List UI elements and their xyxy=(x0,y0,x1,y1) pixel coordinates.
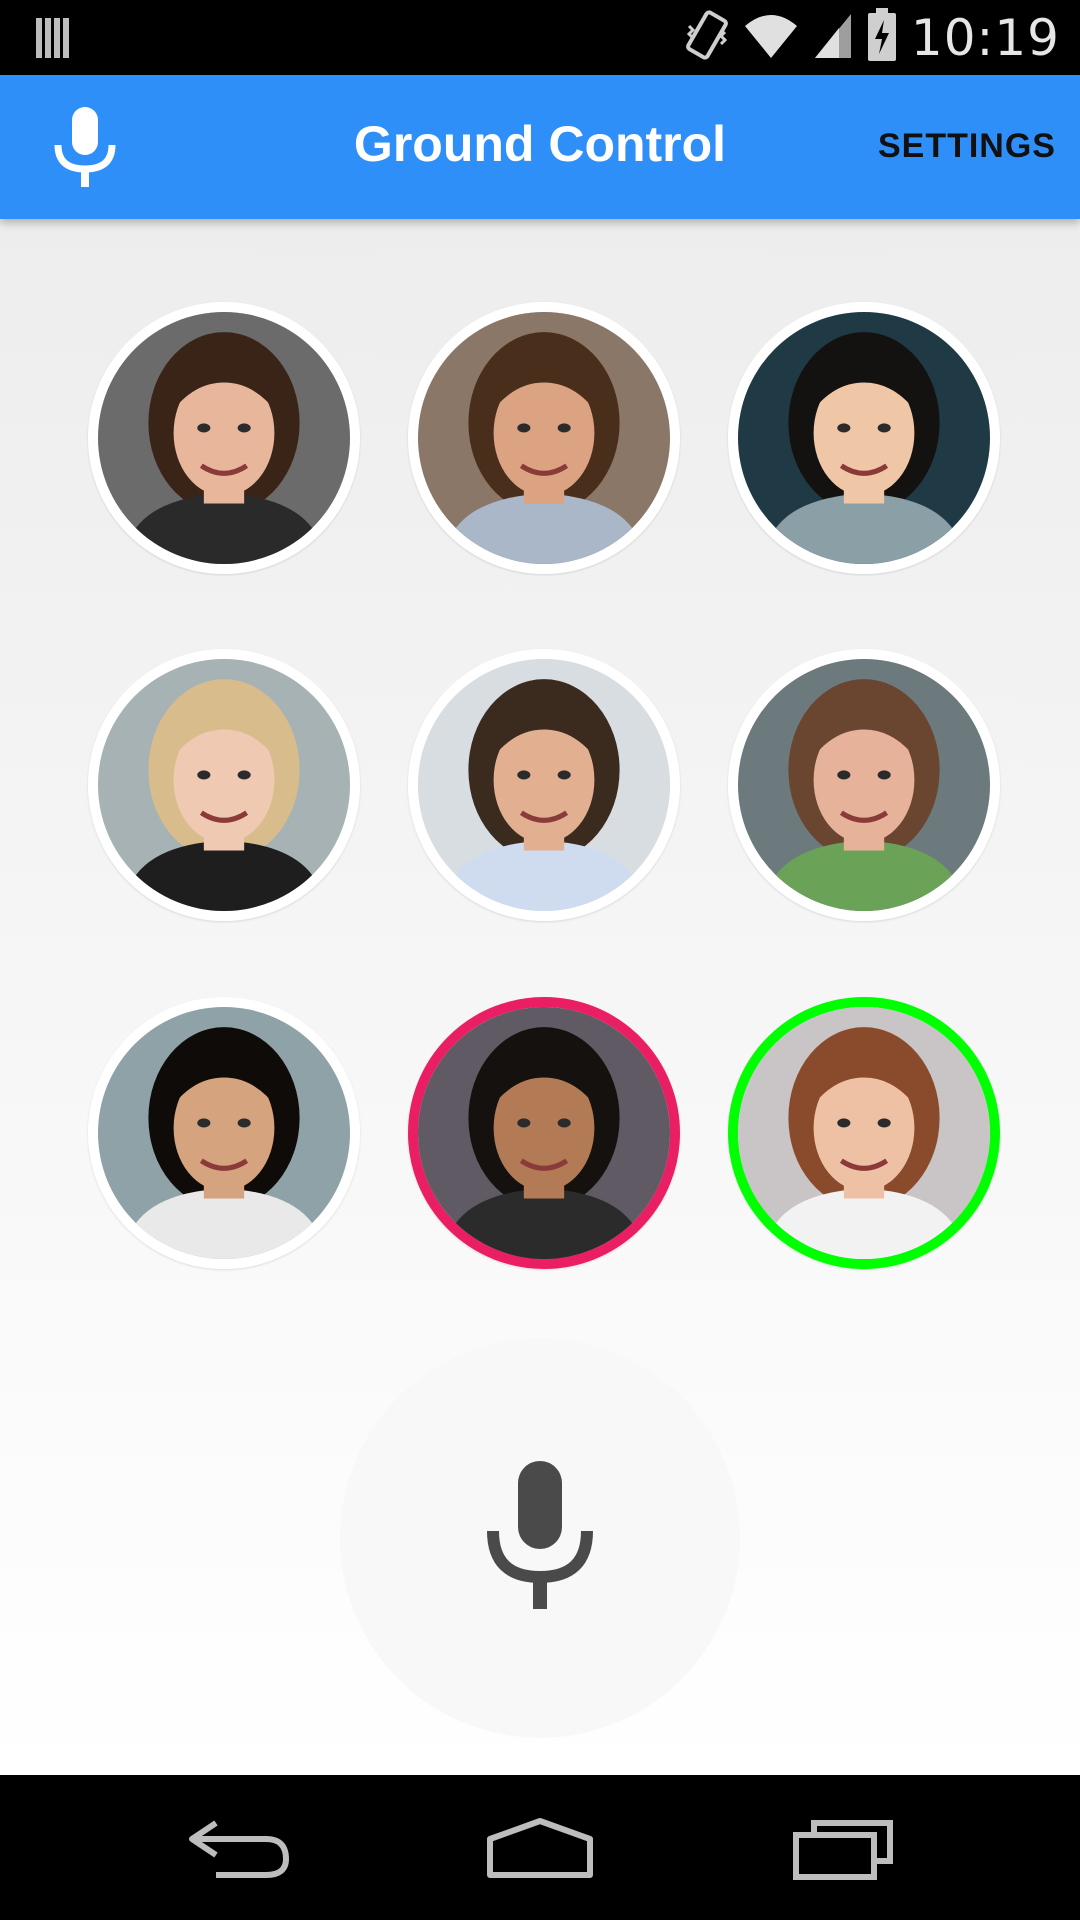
settings-button[interactable]: SETTINGS xyxy=(878,127,1056,166)
contact-avatar[interactable] xyxy=(408,649,680,921)
contacts-area xyxy=(0,219,1080,1775)
person-photo xyxy=(418,659,670,911)
person-photo xyxy=(98,659,350,911)
person-photo xyxy=(418,1007,670,1259)
contact-avatar[interactable] xyxy=(728,997,1000,1269)
contact-avatar[interactable] xyxy=(728,302,1000,574)
person-photo xyxy=(98,1007,350,1259)
cell-signal-icon xyxy=(813,10,853,65)
contact-avatar[interactable] xyxy=(88,649,360,921)
person-photo xyxy=(738,312,990,564)
person-photo xyxy=(98,312,350,564)
recents-icon[interactable] xyxy=(790,1815,896,1886)
contact-avatar[interactable] xyxy=(728,649,1000,921)
microphone-icon xyxy=(50,107,120,193)
contact-avatar[interactable] xyxy=(408,302,680,574)
battery-charging-icon xyxy=(867,8,897,67)
microphone-icon xyxy=(485,1460,595,1616)
nav-bar xyxy=(0,1775,1080,1920)
contact-avatar[interactable] xyxy=(408,997,680,1269)
person-photo xyxy=(738,659,990,911)
vibrate-icon xyxy=(685,8,729,67)
wifi-icon xyxy=(743,10,799,65)
barcode-icon xyxy=(36,14,72,65)
status-bar: 10:19 xyxy=(0,0,1080,75)
contact-avatar[interactable] xyxy=(88,997,360,1269)
person-photo xyxy=(738,1007,990,1259)
clock: 10:19 xyxy=(910,8,1060,67)
home-icon[interactable] xyxy=(484,1815,596,1886)
big-mic-button[interactable] xyxy=(340,1338,740,1738)
contact-avatar[interactable] xyxy=(88,302,360,574)
person-photo xyxy=(418,312,670,564)
back-icon[interactable] xyxy=(186,1815,292,1886)
app-bar: Ground Control SETTINGS xyxy=(0,75,1080,219)
